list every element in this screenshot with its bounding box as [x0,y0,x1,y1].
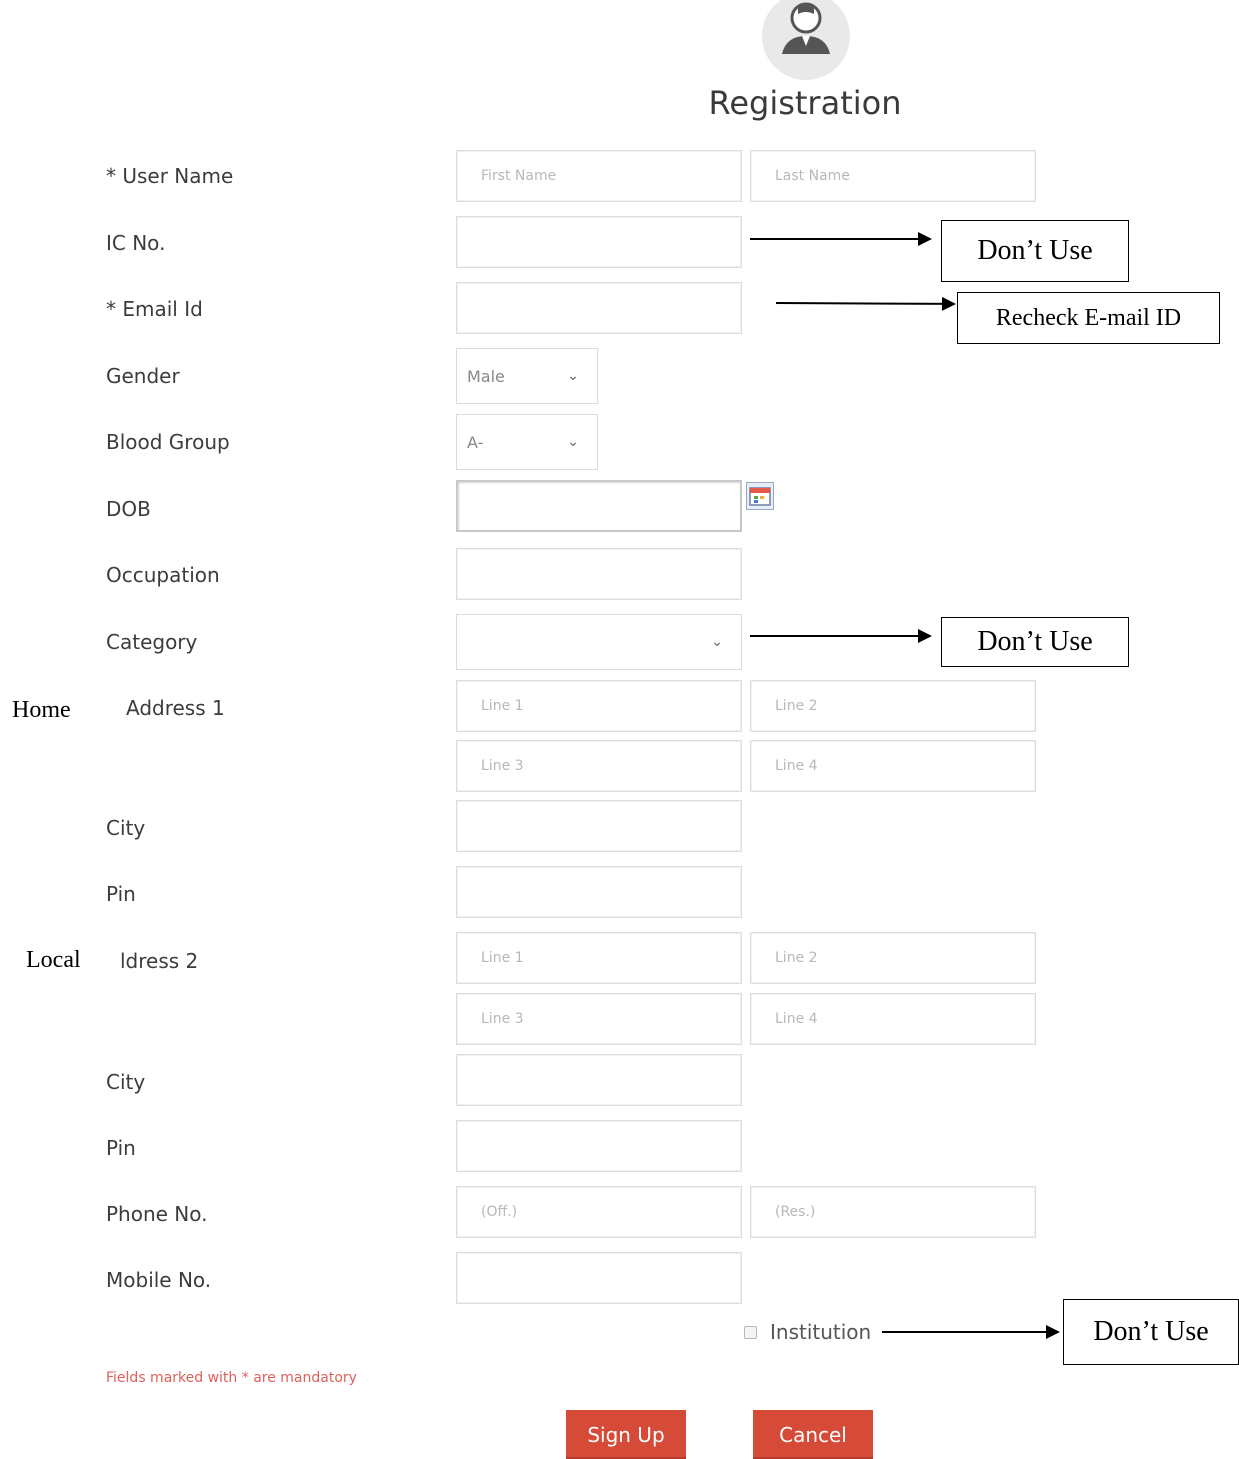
category-label: Category [106,630,198,654]
email-arrow [775,302,955,305]
address1-line2-placeholder: Line 2 [775,698,818,714]
sign-up-button[interactable]: Sign Up [566,1410,686,1459]
pin2-input[interactable] [456,1120,742,1172]
category-select[interactable]: ⌄ [456,614,742,670]
chevron-down-icon: ⌄ [567,368,579,384]
mandatory-fields-note: Fields marked with * are mandatory [106,1370,357,1386]
address2-line3-input[interactable]: Line 3 [456,993,742,1045]
category-arrow [750,629,932,643]
occupation-label: Occupation [106,563,220,587]
email-label: * Email Id [106,297,203,321]
blood-group-label: Blood Group [106,430,230,454]
address2-line2-placeholder: Line 2 [775,950,818,966]
last-name-placeholder: Last Name [775,168,850,184]
calendar-icon[interactable] [746,482,774,510]
dob-input[interactable] [456,480,742,532]
institution-arrow [882,1325,1060,1339]
gender-label: Gender [106,364,180,388]
address2-line3-placeholder: Line 3 [481,1011,524,1027]
address1-line3-input[interactable]: Line 3 [456,740,742,792]
pin2-label: Pin [106,1136,136,1160]
email-input[interactable] [456,282,742,334]
pin1-label: Pin [106,882,136,906]
address2-line1-input[interactable]: Line 1 [456,932,742,984]
address1-label: Address 1 [126,696,225,720]
ic-no-dont-use-note: Don’t Use [941,220,1129,282]
gender-select[interactable]: Male ⌄ [456,348,598,404]
mobile-label: Mobile No. [106,1268,212,1292]
city2-label: City [106,1070,146,1094]
address1-line1-input[interactable]: Line 1 [456,680,742,732]
dob-label: DOB [106,497,151,521]
first-name-placeholder: First Name [481,168,557,184]
phone-residence-input[interactable]: (Res.) [750,1186,1036,1238]
address2-line2-input[interactable]: Line 2 [750,932,1036,984]
address2-line1-placeholder: Line 1 [481,950,524,966]
institution-label[interactable]: Institution [770,1320,871,1344]
address2-label: ldress 2 [120,949,199,973]
institution-dont-use-note: Don’t Use [1063,1299,1239,1365]
cancel-button[interactable]: Cancel [753,1410,873,1459]
address1-line4-input[interactable]: Line 4 [750,740,1036,792]
phone-residence-placeholder: (Res.) [775,1204,816,1220]
blood-group-select[interactable]: A- ⌄ [456,414,598,470]
city2-input[interactable] [456,1054,742,1106]
recheck-email-note: Recheck E-mail ID [957,292,1220,344]
chevron-down-icon: ⌄ [711,634,723,650]
address1-line1-placeholder: Line 1 [481,698,524,714]
local-side-label: Local [26,947,81,973]
occupation-input[interactable] [456,548,742,600]
address1-line2-input[interactable]: Line 2 [750,680,1036,732]
first-name-input[interactable]: First Name [456,150,742,202]
phone-office-placeholder: (Off.) [481,1204,518,1220]
phone-label: Phone No. [106,1202,208,1226]
address1-line4-placeholder: Line 4 [775,758,818,774]
address2-line4-placeholder: Line 4 [775,1011,818,1027]
user-avatar-icon [762,0,850,80]
pin1-input[interactable] [456,866,742,918]
phone-office-input[interactable]: (Off.) [456,1186,742,1238]
last-name-input[interactable]: Last Name [750,150,1036,202]
user-name-label: * User Name [106,164,234,188]
address1-line3-placeholder: Line 3 [481,758,524,774]
ic-no-arrow [750,232,932,246]
address2-line4-input[interactable]: Line 4 [750,993,1036,1045]
home-side-label: Home [12,697,71,723]
category-dont-use-note: Don’t Use [941,617,1129,667]
page-title: Registration [708,84,902,122]
city1-label: City [106,816,146,840]
mobile-input[interactable] [456,1252,742,1304]
ic-no-input[interactable] [456,216,742,268]
ic-no-label: IC No. [106,231,166,255]
city1-input[interactable] [456,800,742,852]
gender-value: Male [467,366,505,386]
blood-group-value: A- [467,432,484,452]
institution-checkbox[interactable] [744,1326,757,1339]
chevron-down-icon: ⌄ [567,434,579,450]
